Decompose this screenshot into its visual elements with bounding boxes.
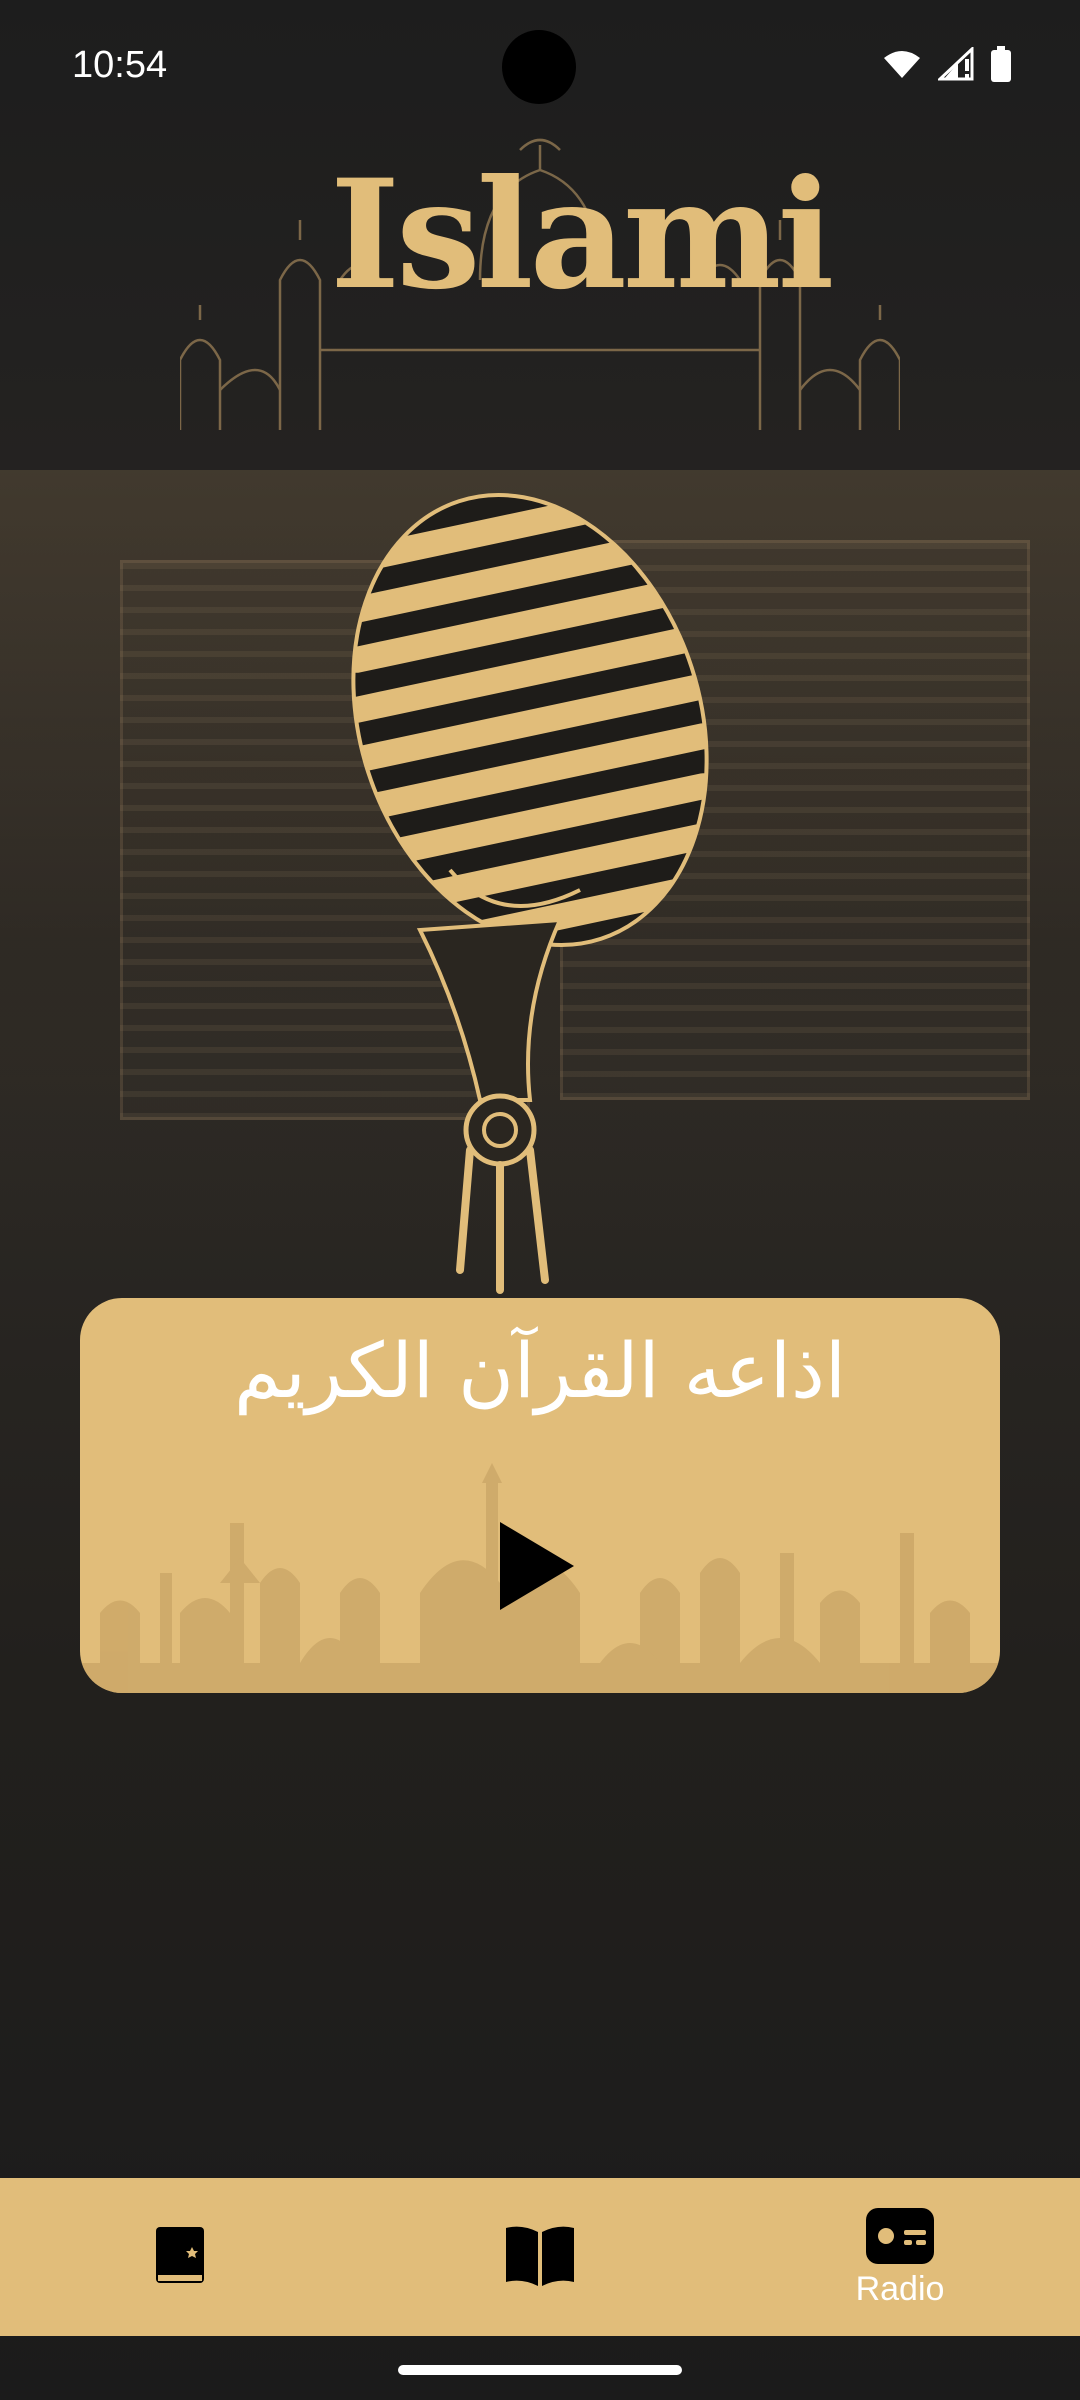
quran-book-icon (156, 2227, 204, 2283)
home-indicator[interactable] (398, 2365, 682, 2375)
open-book-icon (506, 2226, 574, 2286)
radio-station-title: اذاعه القرآن الكريم (234, 1326, 846, 1415)
radio-card: اذاعه القرآن الكريم (80, 1298, 1000, 1693)
battery-icon (991, 46, 1011, 82)
play-icon[interactable] (492, 1516, 582, 1616)
nav-label-radio: Radio (855, 2269, 945, 2308)
nav-item-hadith[interactable] (360, 2178, 720, 2336)
wifi-icon (884, 51, 920, 78)
status-icons (882, 46, 1012, 82)
radio-icon (866, 2207, 934, 2264)
app-logo-text: Islami (330, 147, 835, 323)
nav-item-radio[interactable]: Radio (720, 2178, 1080, 2336)
microphone-icon (343, 473, 717, 1294)
status-bar: 10:54 (0, 0, 1080, 130)
camera-cutout (502, 30, 576, 104)
status-time: 10:54 (72, 44, 168, 86)
bottom-navigation: Radio (0, 2178, 1080, 2336)
nav-item-quran[interactable] (0, 2178, 360, 2336)
radio-screen: 10:54 Islami اذاعه القرآن الكريم Radio (0, 0, 1080, 2400)
signal-icon (938, 47, 974, 81)
